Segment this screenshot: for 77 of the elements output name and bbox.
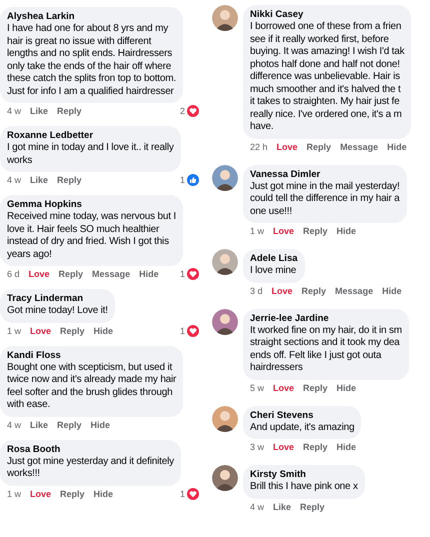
- comment-time: 1 w: [250, 225, 264, 237]
- reaction-button[interactable]: Like: [30, 418, 48, 430]
- comment-time: 3 d: [250, 284, 263, 296]
- comment-author[interactable]: Rosa Booth: [7, 444, 174, 456]
- reaction-button[interactable]: Love: [30, 488, 52, 500]
- reaction-count: 1: [180, 488, 185, 500]
- action-button[interactable]: Message: [92, 268, 130, 280]
- comment-author[interactable]: Nikki Casey: [250, 9, 404, 21]
- action-button[interactable]: Reply: [303, 225, 328, 237]
- action-button[interactable]: Hide: [90, 418, 110, 430]
- comment-author[interactable]: Vanessa Dimler: [250, 168, 400, 180]
- comment-author[interactable]: Alyshea Larkin: [7, 11, 176, 23]
- comment-time: 5 w: [250, 382, 264, 394]
- comment-text: Brill this I have pink one x: [250, 481, 358, 494]
- action-button[interactable]: Hide: [382, 284, 402, 296]
- action-button[interactable]: Reply: [303, 441, 328, 453]
- comment-author[interactable]: Cheri Stevens: [250, 410, 354, 422]
- action-button[interactable]: Hide: [336, 225, 356, 237]
- action-button[interactable]: Reply: [302, 284, 326, 296]
- comment-time: 4 w: [7, 105, 22, 117]
- comment-text: It worked fine on my hair, do it in sm straight sections and it took my dea ends off. Felt like I just got outa hairdressers: [250, 324, 402, 374]
- action-button[interactable]: Reply: [58, 268, 84, 280]
- comment-author[interactable]: Roxanne Ledbetter: [7, 130, 174, 142]
- action-button[interactable]: Hide: [336, 441, 356, 453]
- action-button[interactable]: Message: [340, 140, 378, 152]
- comment-time: 3 w: [250, 441, 264, 453]
- reaction-button[interactable]: Love: [273, 382, 294, 394]
- reaction-button[interactable]: Love: [273, 441, 294, 453]
- reaction-button[interactable]: Love: [273, 225, 294, 237]
- reaction-count: 1: [180, 174, 185, 186]
- action-button[interactable]: Reply: [57, 105, 82, 117]
- comment-author[interactable]: Adele Lisa: [250, 253, 298, 265]
- comment-text: Bought one with scepticism, but used it twice now and it's already made my hair feel softer and the brush glides through with ease.: [7, 362, 176, 412]
- comment-text: I love mine: [250, 265, 298, 278]
- action-button[interactable]: Hide: [94, 488, 114, 500]
- comment-author[interactable]: Tracy Linderman: [7, 293, 108, 305]
- comment-time: 4 w: [7, 418, 22, 430]
- action-button[interactable]: Reply: [300, 500, 325, 512]
- comment-text: Got mine today! Love it!: [7, 305, 108, 318]
- reaction-button[interactable]: Like: [273, 500, 292, 512]
- reaction-button[interactable]: Like: [30, 174, 48, 186]
- action-button[interactable]: Message: [335, 284, 374, 296]
- comment-time: 22 h: [250, 140, 268, 152]
- comment-time: 4 w: [250, 500, 264, 512]
- comment-text: Received mine today, was nervous but I love it. Hair feels SO much healthier instead of dry and fried. Wish I got this years ago!: [7, 211, 176, 261]
- comment-time: 1 w: [7, 488, 22, 500]
- comment-author[interactable]: Gemma Hopkins: [7, 199, 176, 211]
- action-button[interactable]: Reply: [57, 174, 82, 186]
- comment-author[interactable]: Kirsty Smith: [250, 469, 358, 481]
- comment-text: Just got mine in the mail yesterday! could tell the difference in my hair a one use!!!: [250, 180, 400, 218]
- action-button[interactable]: Reply: [60, 488, 85, 500]
- action-button[interactable]: Hide: [139, 268, 159, 280]
- reaction-count: 1: [180, 324, 185, 336]
- comment-text: And update, it's amazing: [250, 422, 354, 434]
- reaction-button[interactable]: Love: [28, 268, 50, 280]
- comment-time: 4 w: [7, 174, 22, 186]
- reaction-count: 2: [180, 105, 185, 117]
- comment-author[interactable]: Jerrie-lee Jardine: [250, 312, 402, 324]
- action-button[interactable]: Reply: [306, 140, 332, 152]
- action-button[interactable]: Reply: [303, 382, 328, 394]
- reaction-button[interactable]: Love: [30, 324, 52, 336]
- action-button[interactable]: Hide: [94, 324, 114, 336]
- comment-author[interactable]: Kandi Floss: [7, 350, 176, 362]
- comment-text: I have had one for about 8 yrs and my hair is great no issue with different lengths and no split ends. Hairdressers only take the ends of the hair off where these catch the splits fron top to bottom. Just for info I am a qualified hairdresser: [7, 23, 176, 98]
- action-button[interactable]: Hide: [336, 382, 356, 394]
- reaction-count: 1: [180, 268, 185, 280]
- comment-time: 6 d: [7, 268, 20, 280]
- action-button[interactable]: Reply: [60, 324, 85, 336]
- action-button[interactable]: Hide: [387, 140, 407, 152]
- action-button[interactable]: Reply: [57, 418, 82, 430]
- comment-text: Just got mine yesterday and it definitely works!!!: [7, 456, 174, 480]
- reaction-button[interactable]: Like: [30, 105, 48, 117]
- comment-text: I got mine in today and I love it.. it really works: [7, 142, 174, 167]
- reaction-button[interactable]: Love: [272, 284, 293, 296]
- reaction-button[interactable]: Love: [276, 140, 298, 152]
- comment-time: 1 w: [7, 324, 22, 336]
- comment-text: I borrowed one of these from a frien see if it really worked first, before buying. It was amazing! I wish I'd tak photos half done and half not done! difference was unbelievable. Hair is much smoother and it's halved the t it takes to straighten. My hair just fe really nice. I've ordered one, it's a m have.: [250, 21, 404, 134]
